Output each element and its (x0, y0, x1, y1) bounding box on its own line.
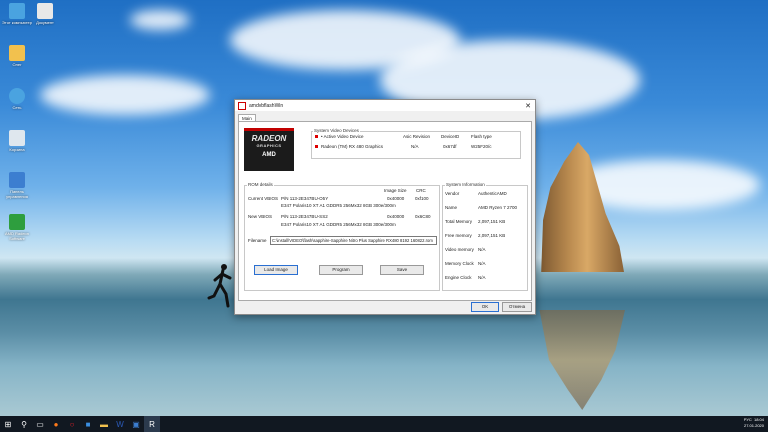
desktop-icon-document[interactable]: Документ (28, 3, 62, 25)
devices-group-label: System Video Devices (313, 128, 360, 133)
flash-type-value: W25F20/c (471, 144, 492, 149)
image-size-header: Image Size (384, 188, 407, 193)
amdvbflash-taskbar-icon[interactable]: R (144, 416, 160, 432)
new-crc: 0x6C80 (415, 214, 431, 219)
sysinfo-value: 2,097,151 KB (478, 233, 506, 238)
start-icon[interactable]: ⊞ (0, 416, 16, 432)
ok-button[interactable]: OK (471, 302, 499, 312)
current-crc: 0xf100 (415, 196, 429, 201)
desktop-icon-radeon[interactable]: AMD Radeon Software (0, 214, 34, 241)
new-image-size: 0x40000 (387, 214, 405, 219)
user-folder-icon (9, 45, 25, 61)
word-icon[interactable]: W (112, 416, 128, 432)
device-col-header: • Active Video Device (321, 134, 364, 139)
cloud (130, 10, 190, 30)
sysinfo-key: Name (445, 205, 458, 210)
logo-stripe (244, 128, 294, 131)
amdvbflash-window: amdvbflashWin ✕ Main RADEON GRAPHICS AMD… (234, 99, 536, 315)
desktop-icon-label: AMD Radeon Software (4, 231, 29, 241)
device-header: • Active Video Device (315, 134, 364, 139)
file-explorer-icon[interactable]: ▬ (96, 416, 112, 432)
logo-subtext: GRAPHICS (256, 143, 282, 148)
firefox-icon[interactable]: ● (48, 416, 64, 432)
cancel-button[interactable]: Отмена (502, 302, 532, 312)
runner-silhouette (207, 264, 232, 308)
deviceid-col-header: DeviceID (441, 134, 460, 139)
rom-group-label: ROM details (247, 182, 274, 187)
asic-col-header: Asic Revision (403, 134, 431, 139)
close-icon[interactable]: ✕ (521, 102, 535, 110)
sysinfo-key: Memory Clock (445, 261, 474, 266)
system-tray[interactable]: РУС 18:04 27.01.2020 (744, 417, 764, 429)
computer-icon (9, 3, 25, 19)
control-panel-icon (9, 172, 25, 188)
sysinfo-key: Engine Clock (445, 275, 472, 280)
task-view-icon[interactable]: ▭ (32, 416, 48, 432)
rock-reflection (539, 310, 625, 410)
new-vbios-desc: E347 Polaris10 XT A1 GDDR5 256Mx32 8GB 3… (281, 222, 396, 227)
sysinfo-key: Total Memory (445, 219, 473, 224)
taskbar: ⊞ ⚲ ▭ ● ○ ■ ▬ W ▣ R РУС 18:04 27.01.2020 (0, 416, 768, 432)
sysinfo-group-label: System Information (445, 182, 486, 187)
sysinfo-key: Free memory (445, 233, 472, 238)
opera-icon[interactable]: ○ (64, 416, 80, 432)
desktop-icon-user[interactable]: Олег (0, 45, 34, 67)
load-image-button[interactable]: Load Image (254, 265, 298, 275)
logo-text: RADEON (251, 134, 287, 143)
amd-logo: AMD (262, 152, 276, 158)
sysinfo-value: N/A (478, 261, 486, 266)
device-checkbox-icon (315, 145, 318, 149)
desktop-icon-label: Документ (36, 20, 54, 25)
network-icon (9, 88, 25, 104)
title-bar[interactable]: amdvbflashWin ✕ (235, 100, 535, 111)
desktop-icon-label: Корзина (9, 147, 25, 152)
main-panel: RADEON GRAPHICS AMD System Video Devices… (238, 121, 532, 301)
deviceid-value: 0x67df (443, 144, 457, 149)
search-icon[interactable]: ⚲ (16, 416, 32, 432)
flash-col-header: Flash type (471, 134, 492, 139)
clock-date: 27.01.2020 (743, 423, 764, 428)
sysinfo-value: N/A (478, 247, 486, 252)
sysinfo-key: Video memory (445, 247, 474, 252)
desktop-icon-label: Сеть (12, 105, 22, 110)
sysinfo-value: AuthenticAMD (478, 191, 507, 196)
asic-value: N/A (411, 144, 419, 149)
document-icon (37, 3, 53, 19)
radeon-icon (9, 214, 25, 230)
sysinfo-value: 2,097,151 KB (478, 219, 506, 224)
desktop-icon-network[interactable]: Сеть (0, 88, 34, 110)
active-indicator-icon (315, 135, 318, 139)
crc-header: CRC (416, 188, 426, 193)
current-vbios-pn: P/N 113-2E347BU-O5Y (281, 196, 329, 201)
current-image-size: 0x40000 (387, 196, 405, 201)
clock-time: 18:04 (753, 417, 764, 422)
app-icon[interactable]: ▣ (128, 416, 144, 432)
desktop-icon-recycle-bin[interactable]: Корзина (0, 130, 34, 152)
desktop-icon-label: Панель управления (6, 189, 28, 199)
cloud (40, 75, 210, 115)
device-name: Radeon (TM) RX 480 Graphics (321, 144, 384, 149)
recycle-bin-icon (9, 130, 25, 146)
new-vbios-pn: P/N 113-2E347BU-SS2 (281, 214, 328, 219)
sysinfo-value: N/A (478, 275, 486, 280)
device-row[interactable]: Radeon (TM) RX 480 Graphics (315, 144, 383, 149)
current-vbios-label: Current VBIOS (248, 196, 279, 201)
new-vbios-label: New VBIOS (248, 214, 273, 219)
program-button[interactable]: Program (319, 265, 363, 275)
save-button[interactable]: Save (380, 265, 424, 275)
rock-formation (541, 142, 624, 272)
sysinfo-value: AMD Ryzen 7 2700 (478, 205, 518, 210)
store-icon[interactable]: ■ (80, 416, 96, 432)
filename-label: Filename (248, 238, 267, 243)
app-icon (238, 101, 246, 110)
desktop-icon-control-panel[interactable]: Панель управления (0, 172, 34, 199)
sysinfo-key: Vendor (445, 191, 460, 196)
radeon-logo: RADEON GRAPHICS AMD (244, 128, 294, 171)
current-vbios-desc: E347 Polaris10 XT A1 GDDR5 256Mx32 8GB 3… (281, 203, 396, 208)
window-title: amdvbflashWin (249, 102, 284, 109)
desktop-icon-label: Олег (12, 62, 22, 67)
filename-field[interactable]: C:\install\VIDEO\flash\sapphire-Sapphire… (270, 236, 437, 245)
language-indicator[interactable]: РУС (744, 417, 752, 422)
